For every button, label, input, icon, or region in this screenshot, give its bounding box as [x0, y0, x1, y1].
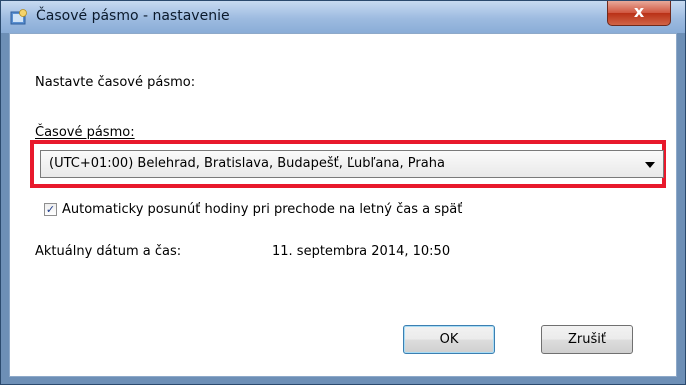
- checkmark-icon: ✓: [45, 203, 56, 216]
- timezone-select-value: (UTC+01:00) Belehrad, Bratislava, Budape…: [49, 156, 445, 171]
- close-icon: x: [633, 2, 645, 21]
- datetime-value: 11. septembra 2014, 10:50: [272, 244, 451, 259]
- intro-text: Nastavte časové pásmo:: [35, 75, 196, 90]
- close-button[interactable]: x: [607, 1, 671, 26]
- auto-dst-checkbox[interactable]: ✓: [44, 203, 57, 216]
- clock-icon: [10, 9, 27, 25]
- ok-button[interactable]: OK: [403, 325, 495, 354]
- chevron-down-icon[interactable]: [645, 162, 655, 168]
- datetime-label: Aktuálny dátum a čas:: [35, 244, 182, 259]
- title-bar[interactable]: Časové pásmo - nastavenie x: [1, 1, 685, 33]
- auto-dst-label[interactable]: Automaticky posunúť hodiny pri prechode …: [62, 202, 462, 217]
- cancel-button[interactable]: Zrušiť: [541, 325, 633, 354]
- timezone-select[interactable]: (UTC+01:00) Belehrad, Bratislava, Budape…: [40, 150, 664, 178]
- window-title: Časové pásmo - nastavenie: [36, 8, 230, 24]
- timezone-label: Časové pásmo:: [35, 125, 135, 140]
